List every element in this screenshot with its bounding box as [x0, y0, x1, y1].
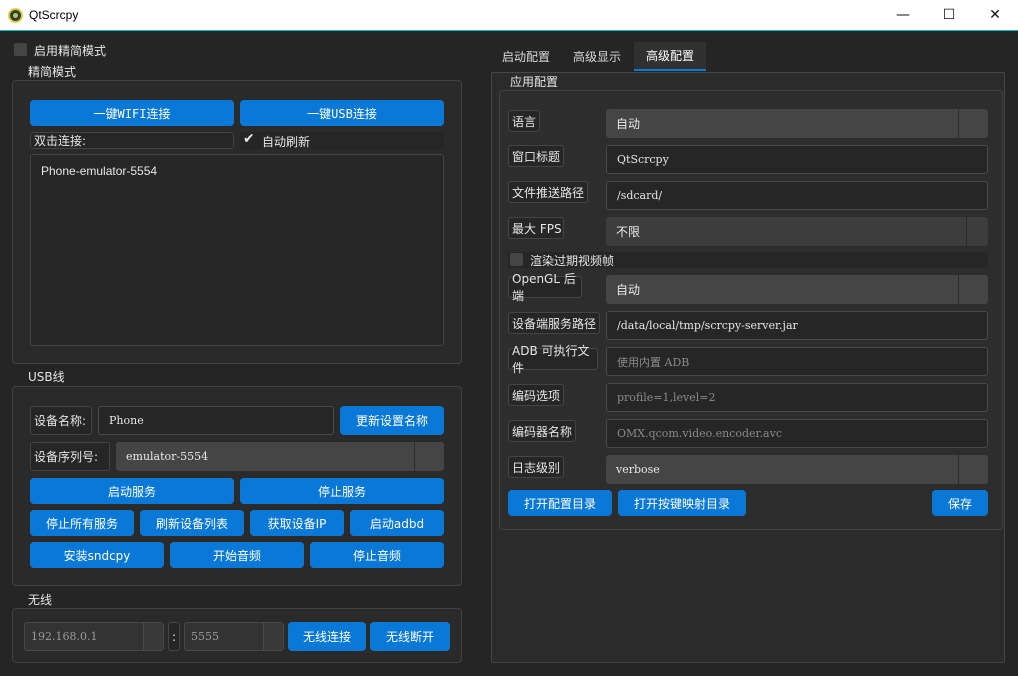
- serial-select-value: emulator-5554: [126, 450, 209, 463]
- simple-mode-checkbox[interactable]: [14, 43, 27, 56]
- stop-all-services-button[interactable]: 停止所有服务: [30, 510, 134, 536]
- wireless-disconnect-button[interactable]: 无线断开: [370, 622, 450, 651]
- ip-address-value: 192.168.0.1: [31, 630, 98, 643]
- codec-name-input[interactable]: OMX.qcom.video.encoder.avc: [606, 419, 988, 448]
- codec-name-label-text: 编码器名称: [512, 424, 573, 439]
- device-name-label: 设备名称:: [30, 406, 92, 435]
- port-input[interactable]: 5555: [184, 622, 284, 651]
- device-list[interactable]: Phone-emulator-5554: [30, 154, 444, 346]
- stop-audio-button[interactable]: 停止音频: [310, 542, 444, 568]
- codec-options-input[interactable]: profile=1,level=2: [606, 383, 988, 412]
- opengl-select[interactable]: 自动: [606, 275, 988, 304]
- auto-refresh-label: 自动刷新: [262, 135, 311, 149]
- save-button[interactable]: 保存: [932, 490, 988, 516]
- window-title-label-text: 窗口标题: [512, 149, 561, 164]
- port-separator-text: :: [171, 629, 177, 644]
- double-click-connect-text: 双击连接:: [34, 134, 87, 148]
- tab-advanced-display[interactable]: 高级显示: [562, 42, 632, 71]
- wireless-connect-button[interactable]: 无线连接: [288, 622, 366, 651]
- open-config-dir-button[interactable]: 打开配置目录: [508, 490, 612, 516]
- language-label: 语言: [508, 110, 540, 132]
- update-device-name-button[interactable]: 更新设置名称: [340, 406, 444, 435]
- opengl-label: OpenGL 后端: [508, 272, 582, 303]
- tab-advanced-config[interactable]: 高级配置: [634, 42, 706, 71]
- language-select[interactable]: 自动: [606, 109, 988, 138]
- open-keymap-dir-button[interactable]: 打开按键映射目录: [618, 490, 746, 516]
- max-fps-label: 最大 FPS: [508, 217, 564, 239]
- server-path-input[interactable]: /data/local/tmp/scrcpy-server.jar: [606, 311, 988, 340]
- render-expired-checkbox[interactable]: [510, 253, 523, 266]
- title-bar: QtScrcpy — ☐ ✕: [0, 0, 1018, 31]
- log-level-label-text: 日志级别: [512, 460, 561, 475]
- app-config-group-title: 应用配置: [506, 73, 563, 90]
- usb-group-title: USB线: [24, 368, 69, 385]
- server-path-label-text: 设备端服务路径: [512, 316, 597, 331]
- chevron-down-icon[interactable]: [263, 623, 283, 650]
- maximize-button[interactable]: ☐: [926, 0, 972, 30]
- chevron-down-icon[interactable]: [966, 217, 988, 246]
- push-path-label: 文件推送路径: [508, 181, 588, 203]
- language-select-value: 自动: [616, 117, 641, 131]
- stop-service-button[interactable]: 停止服务: [240, 478, 444, 504]
- app-logo-icon: [8, 8, 23, 23]
- wireless-group-title: 无线: [24, 591, 57, 608]
- serial-label-text: 设备序列号:: [34, 450, 99, 464]
- server-path-label: 设备端服务路径: [508, 312, 600, 334]
- port-separator: :: [168, 622, 180, 651]
- window-title-input[interactable]: QtScrcpy: [606, 145, 988, 174]
- minimize-button[interactable]: —: [880, 0, 926, 30]
- max-fps-select-value: 不限: [616, 225, 641, 239]
- window-title-label: 窗口标题: [508, 145, 564, 167]
- chevron-down-icon[interactable]: [958, 275, 988, 304]
- chevron-down-icon[interactable]: [958, 455, 988, 484]
- one-click-usb-button[interactable]: 一键USB连接: [240, 100, 444, 126]
- codec-name-label: 编码器名称: [508, 420, 576, 442]
- serial-label: 设备序列号:: [30, 442, 110, 471]
- serial-select[interactable]: emulator-5554: [116, 442, 444, 471]
- auto-refresh-checkbox[interactable]: [243, 131, 256, 147]
- render-expired-label: 渲染过期视频帧: [530, 254, 615, 268]
- start-audio-button[interactable]: 开始音频: [170, 542, 304, 568]
- max-fps-label-text: 最大 FPS: [512, 221, 562, 236]
- chevron-down-icon[interactable]: [958, 109, 988, 138]
- chevron-down-icon[interactable]: [143, 623, 163, 650]
- push-path-input[interactable]: /sdcard/: [606, 181, 988, 210]
- render-expired-row: 渲染过期视频帧: [508, 252, 988, 268]
- adb-path-input[interactable]: 使用内置 ADB: [606, 347, 988, 376]
- start-adbd-button[interactable]: 启动adbd: [350, 510, 444, 536]
- ip-address-input[interactable]: 192.168.0.1: [24, 622, 164, 651]
- device-name-input[interactable]: Phone: [98, 406, 334, 435]
- codec-options-label-text: 编码选项: [512, 388, 561, 403]
- adb-path-label: ADB 可执行文件: [508, 344, 598, 375]
- install-sndcpy-button[interactable]: 安装sndcpy: [30, 542, 164, 568]
- auto-refresh-row: 自动刷新: [240, 131, 444, 149]
- max-fps-select[interactable]: 不限: [606, 217, 988, 246]
- log-level-select-value: verbose: [616, 463, 660, 476]
- log-level-select[interactable]: verbose: [606, 455, 988, 484]
- adb-path-label-text: ADB 可执行文件: [512, 344, 590, 375]
- push-path-label-text: 文件推送路径: [512, 185, 585, 200]
- simple-mode-label: 启用精简模式: [34, 44, 107, 58]
- double-click-connect-label: 双击连接:: [30, 132, 234, 149]
- opengl-select-value: 自动: [616, 283, 641, 297]
- simple-mode-group-title: 精简模式: [24, 63, 81, 80]
- start-service-button[interactable]: 启动服务: [30, 478, 234, 504]
- language-label-text: 语言: [512, 114, 537, 129]
- one-click-wifi-button[interactable]: 一键WIFI连接: [30, 100, 234, 126]
- refresh-devices-button[interactable]: 刷新设备列表: [140, 510, 244, 536]
- device-name-label-text: 设备名称:: [34, 414, 87, 428]
- log-level-label: 日志级别: [508, 456, 564, 478]
- get-device-ip-button[interactable]: 获取设备IP: [250, 510, 344, 536]
- port-value: 5555: [191, 630, 219, 643]
- codec-options-label: 编码选项: [508, 384, 564, 406]
- tab-startup-config[interactable]: 启动配置: [491, 42, 561, 71]
- chevron-down-icon[interactable]: [414, 442, 444, 471]
- close-button[interactable]: ✕: [972, 0, 1018, 30]
- opengl-label-text: OpenGL 后端: [512, 272, 576, 303]
- window-title: QtScrcpy: [29, 8, 79, 22]
- list-item[interactable]: Phone-emulator-5554: [41, 164, 157, 178]
